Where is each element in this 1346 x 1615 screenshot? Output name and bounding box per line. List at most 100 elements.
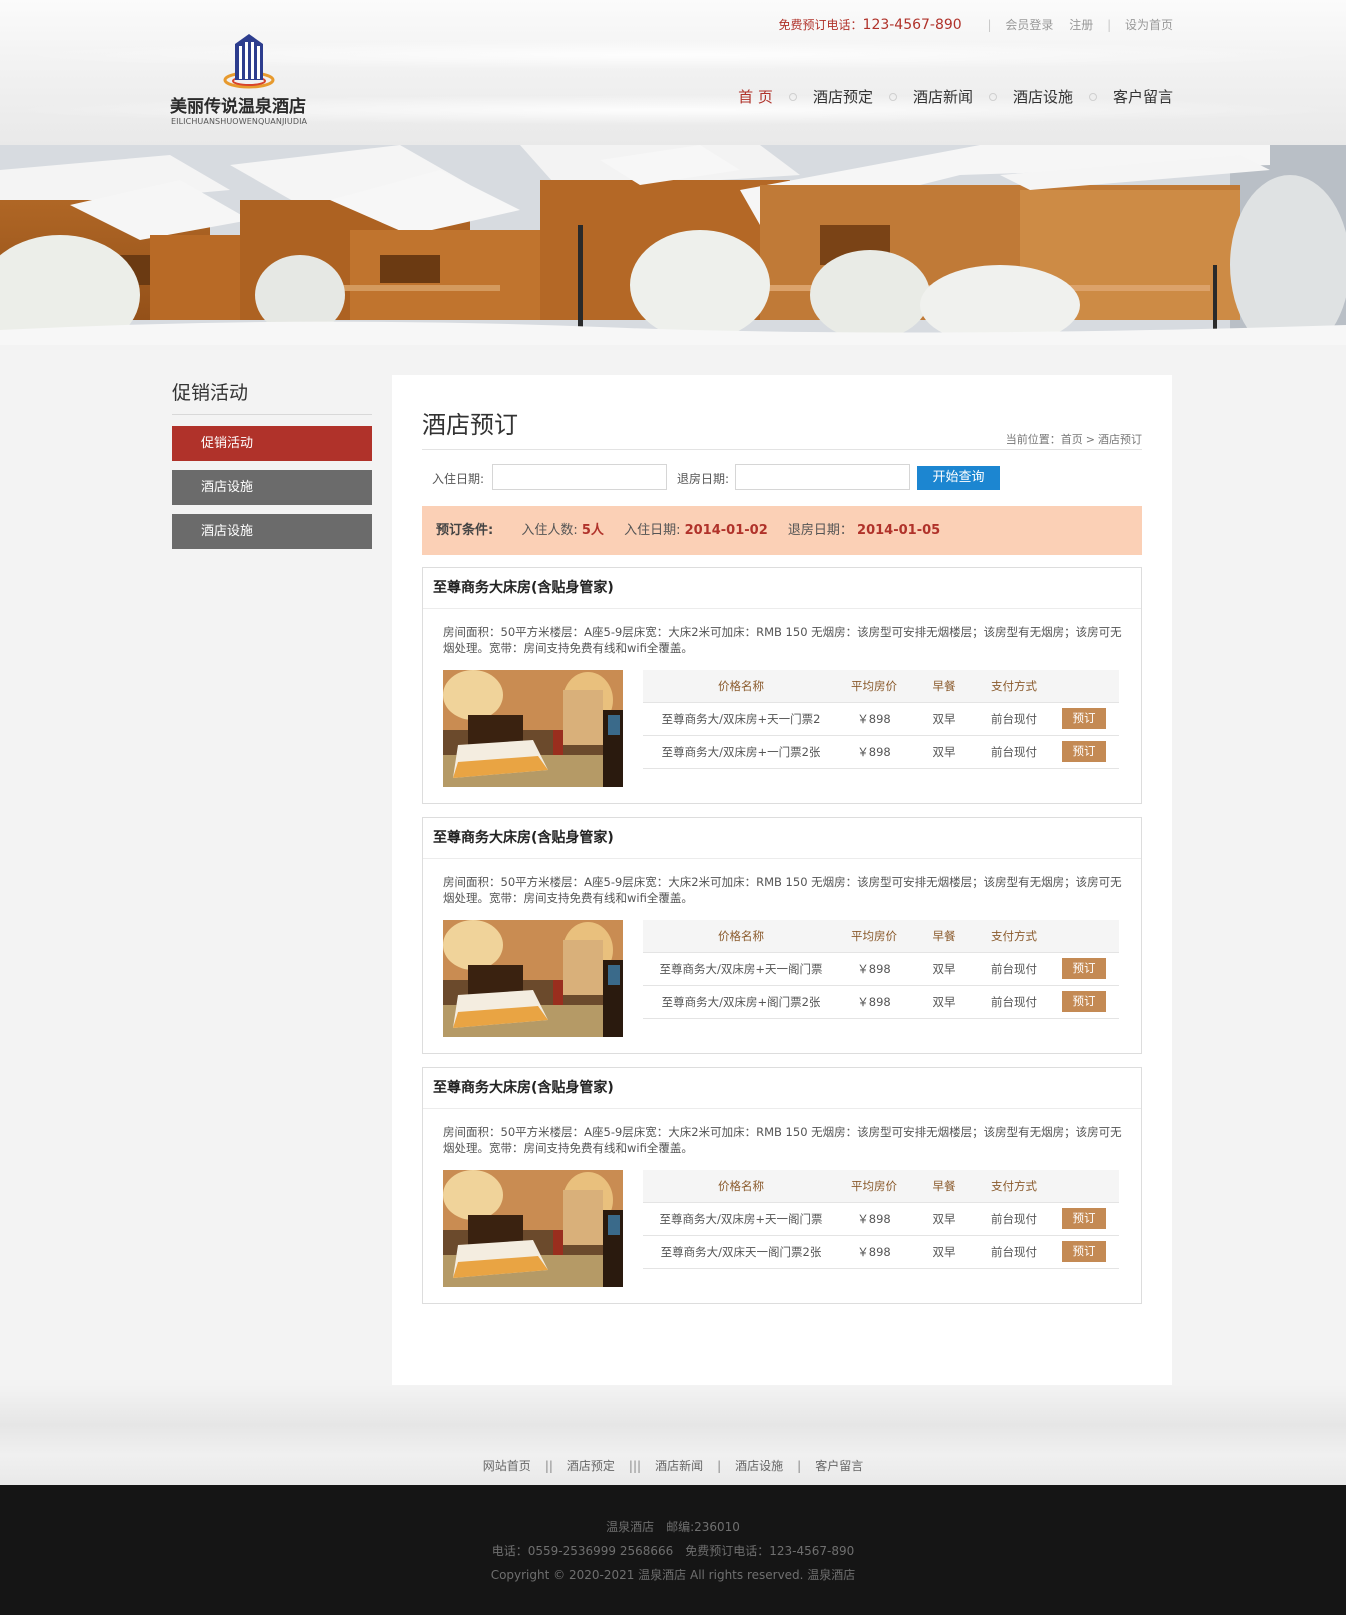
nav-item-messages[interactable]: 客户留言	[1113, 88, 1173, 106]
divider: |	[1107, 18, 1112, 32]
col-header-avg-price: 平均房价	[839, 670, 909, 703]
rate-breakfast: 双早	[909, 1202, 979, 1236]
checkin-date-input[interactable]	[492, 464, 667, 490]
room-title: 至尊商务大床房(含贴身管家)	[423, 568, 1141, 609]
hotel-building-logo-icon	[223, 34, 275, 89]
nav-item-facilities[interactable]: 酒店设施	[1013, 88, 1073, 106]
divider: |	[987, 18, 992, 32]
nav-item-news[interactable]: 酒店新闻	[913, 88, 973, 106]
logo-pinyin: EILICHUANSHUOWENQUANJIUDIA	[171, 117, 308, 126]
col-header-payment: 支付方式	[979, 1170, 1049, 1203]
footer-link-booking[interactable]: 酒店预定	[567, 1459, 615, 1473]
col-header-price-name: 价格名称	[643, 1170, 839, 1203]
guests-value: 5人	[581, 523, 604, 538]
nav-divider-dot	[1088, 93, 1097, 101]
site-logo[interactable]: 美丽传说温泉酒店 EILICHUANSHUOWENQUANJIUDIA	[170, 32, 330, 132]
book-button[interactable]: 预订	[1062, 958, 1106, 979]
col-header-price-name: 价格名称	[643, 920, 839, 953]
sidebar-item-facilities[interactable]: 酒店设施	[172, 470, 372, 505]
footer-link-news[interactable]: 酒店新闻	[655, 1459, 703, 1473]
search-form: 入住日期: 退房日期: 开始查询	[432, 464, 1142, 492]
member-login-link[interactable]: 会员登录	[1005, 18, 1053, 32]
room-description: 房间面积：50平方米楼层：A座5-9层床宽：大床2米可加床：RMB 150 无烟…	[443, 875, 1122, 905]
rate-price: ￥898	[839, 1235, 909, 1269]
rate-name: 至尊商务大/双床天一阁门票2张	[643, 1235, 839, 1269]
rate-payment: 前台现付	[979, 735, 1049, 769]
col-header-breakfast: 早餐	[909, 1170, 979, 1203]
hero-banner-image	[0, 145, 1346, 345]
rate-payment: 前台现付	[979, 702, 1049, 736]
rate-action-cell: 预订	[1049, 985, 1119, 1019]
set-homepage-link[interactable]: 设为首页	[1125, 18, 1173, 32]
main-nav: 首 页 酒店预定 酒店新闻 酒店设施 客户留言	[738, 86, 1173, 107]
col-header-action	[1049, 670, 1119, 703]
nav-item-booking[interactable]: 酒店预定	[813, 88, 873, 106]
col-header-action	[1049, 1170, 1119, 1203]
table-row: 至尊商务大/双床房+阁门票2张 ￥898 双早 前台现付 预订	[643, 985, 1119, 1019]
hotel-room-picture	[443, 670, 623, 787]
breadcrumb-separator: >	[1085, 433, 1095, 446]
book-button[interactable]: 预订	[1062, 708, 1106, 729]
rate-payment: 前台现付	[979, 1202, 1049, 1236]
register-link[interactable]: 注册	[1069, 18, 1093, 32]
sidebar-item-facilities[interactable]: 酒店设施	[172, 514, 372, 549]
room-photo[interactable]	[443, 1170, 623, 1287]
footer-divider: |	[797, 1459, 802, 1473]
footer-link-messages[interactable]: 客户留言	[815, 1459, 863, 1473]
content-header: 酒店预订 当前位置：首页 > 酒店预订	[422, 405, 1142, 450]
nav-divider-dot	[788, 93, 797, 101]
guests-label: 入住人数:	[521, 523, 578, 538]
rate-payment: 前台现付	[979, 952, 1049, 986]
conditions-label: 预订条件:	[436, 523, 494, 538]
nav-divider-dot	[988, 93, 997, 101]
sidebar: 促销活动 促销活动 酒店设施 酒店设施	[172, 378, 372, 558]
cond-checkout-label: 退房日期：	[787, 523, 853, 538]
price-table: 价格名称 平均房价 早餐 支付方式 至尊商务大/双床房+天一阁门票 ￥898 双…	[643, 920, 1119, 1019]
cond-checkin-value: 2014-01-02	[684, 523, 768, 538]
book-button[interactable]: 预订	[1062, 1241, 1106, 1262]
checkout-date-input[interactable]	[735, 464, 910, 490]
rate-action-cell: 预订	[1049, 702, 1119, 736]
rate-action-cell: 预订	[1049, 735, 1119, 769]
rate-breakfast: 双早	[909, 702, 979, 736]
col-header-breakfast: 早餐	[909, 920, 979, 953]
table-row: 至尊商务大/双床房+天一阁门票 ￥898 双早 前台现付 预订	[643, 1202, 1119, 1236]
room-photo[interactable]	[443, 920, 623, 1037]
footer-copyright: Copyright © 2020-2021 温泉酒店 All rights re…	[490, 1568, 856, 1582]
book-button[interactable]: 预订	[1062, 1208, 1106, 1229]
col-header-action	[1049, 920, 1119, 953]
cond-checkin-label: 入住日期:	[624, 523, 681, 538]
rate-payment: 前台现付	[979, 1235, 1049, 1269]
rate-breakfast: 双早	[909, 735, 979, 769]
rate-name: 至尊商务大/双床房+天一阁门票	[643, 1202, 839, 1236]
checkin-label: 入住日期:	[432, 472, 485, 486]
footer-link-facilities[interactable]: 酒店设施	[735, 1459, 783, 1473]
logo-name: 美丽传说温泉酒店	[170, 97, 306, 117]
hotline-label: 免费预订电话：	[778, 18, 863, 32]
price-table: 价格名称 平均房价 早餐 支付方式 至尊商务大/双床房+天一阁门票 ￥898 双…	[643, 1170, 1119, 1269]
rate-breakfast: 双早	[909, 1235, 979, 1269]
footer-link-home[interactable]: 网站首页	[483, 1459, 531, 1473]
footer-divider: |	[717, 1459, 722, 1473]
hotel-room-picture	[443, 1170, 623, 1287]
site-footer: 温泉酒店 邮编:236010 电话：0559-2536999 2568666 免…	[0, 1485, 1346, 1615]
nav-item-home[interactable]: 首 页	[738, 88, 773, 106]
footer-phone: 电话：0559-2536999 2568666 免费预订电话：123-4567-…	[491, 1544, 855, 1558]
site-header: 美丽传说温泉酒店 EILICHUANSHUOWENQUANJIUDIA 免费预订…	[0, 0, 1346, 145]
search-button[interactable]: 开始查询	[917, 466, 1000, 490]
price-table: 价格名称 平均房价 早餐 支付方式 至尊商务大/双床房+天一门票2 ￥898 双…	[643, 670, 1119, 769]
book-button[interactable]: 预订	[1062, 991, 1106, 1012]
rate-breakfast: 双早	[909, 952, 979, 986]
sidebar-title: 促销活动	[172, 378, 372, 415]
breadcrumb-home-link[interactable]: 首页	[1061, 433, 1083, 446]
page-title: 酒店预订	[422, 411, 518, 439]
table-row: 至尊商务大/双床房+天一阁门票 ￥898 双早 前台现付 预订	[643, 952, 1119, 986]
book-button[interactable]: 预订	[1062, 741, 1106, 762]
room-photo[interactable]	[443, 670, 623, 787]
footer-address: 温泉酒店 邮编:236010	[606, 1520, 740, 1534]
room-card: 至尊商务大床房(含贴身管家) 房间面积：50平方米楼层：A座5-9层床宽：大床2…	[422, 817, 1142, 1054]
sidebar-item-promotions[interactable]: 促销活动	[172, 426, 372, 461]
table-row: 至尊商务大/双床房+天一门票2 ￥898 双早 前台现付 预订	[643, 702, 1119, 736]
rate-action-cell: 预订	[1049, 1235, 1119, 1269]
main-content: 酒店预订 当前位置：首页 > 酒店预订 入住日期: 退房日期: 开始查询 预订条件:…	[392, 375, 1172, 1385]
